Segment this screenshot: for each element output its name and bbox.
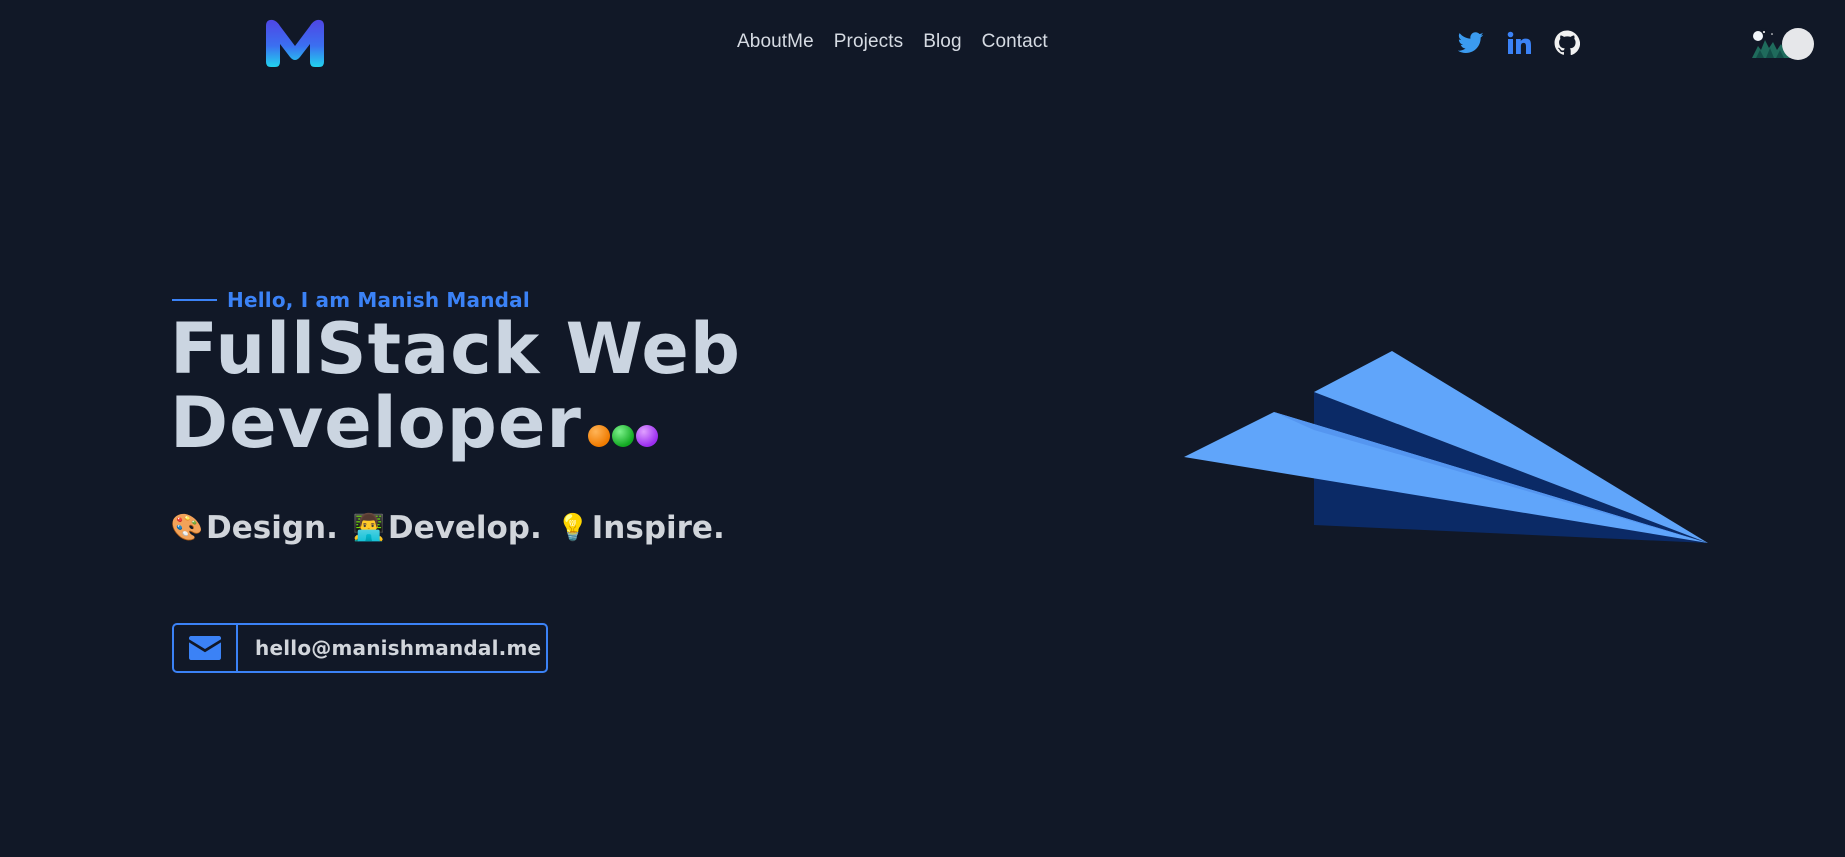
nav-projects[interactable]: Projects	[834, 30, 903, 54]
social-links	[1458, 30, 1580, 56]
headline-line-1: FullStack Web	[170, 308, 741, 390]
technologist-icon: 👨‍💻	[352, 513, 386, 543]
main-nav: AboutMe Projects Blog Contact	[737, 30, 1048, 54]
orange-dot-icon	[587, 425, 610, 447]
tagline-design: Design.	[206, 510, 338, 546]
envelope-icon	[174, 625, 238, 671]
linkedin-icon[interactable]	[1506, 30, 1532, 56]
logo-m-icon	[266, 19, 324, 67]
tagline: 🎨 Design. 👨‍💻 Develop. 💡 Inspire.	[170, 510, 725, 546]
greeting-line	[172, 299, 217, 301]
nav-blog[interactable]: Blog	[923, 30, 961, 54]
nav-aboutme[interactable]: AboutMe	[737, 30, 814, 54]
colored-dots	[587, 425, 658, 447]
email-address: hello@manishmandal.me	[255, 636, 542, 660]
site-logo[interactable]	[264, 18, 326, 68]
email-button[interactable]: hello@manishmandal.me	[172, 623, 548, 673]
headline-line-2-wrap: Developer	[170, 386, 741, 460]
lightbulb-icon: 💡	[556, 513, 589, 543]
tagline-develop: Develop.	[387, 510, 542, 546]
hero-headline: FullStack Web Developer	[170, 312, 741, 460]
toggle-knob	[1782, 28, 1814, 60]
nav-contact[interactable]: Contact	[982, 30, 1048, 54]
paper-plane-icon	[1184, 351, 1708, 543]
palette-icon: 🎨	[170, 513, 204, 543]
green-dot-icon	[611, 425, 634, 447]
github-icon[interactable]	[1554, 30, 1580, 56]
twitter-icon[interactable]	[1458, 30, 1484, 56]
theme-toggle[interactable]	[1752, 28, 1814, 60]
page: AboutMe Projects Blog Contact Hello, I a…	[0, 0, 1845, 857]
headline-line-2: Developer	[170, 382, 582, 464]
purple-dot-icon	[635, 425, 658, 447]
tagline-inspire: Inspire.	[591, 510, 725, 546]
